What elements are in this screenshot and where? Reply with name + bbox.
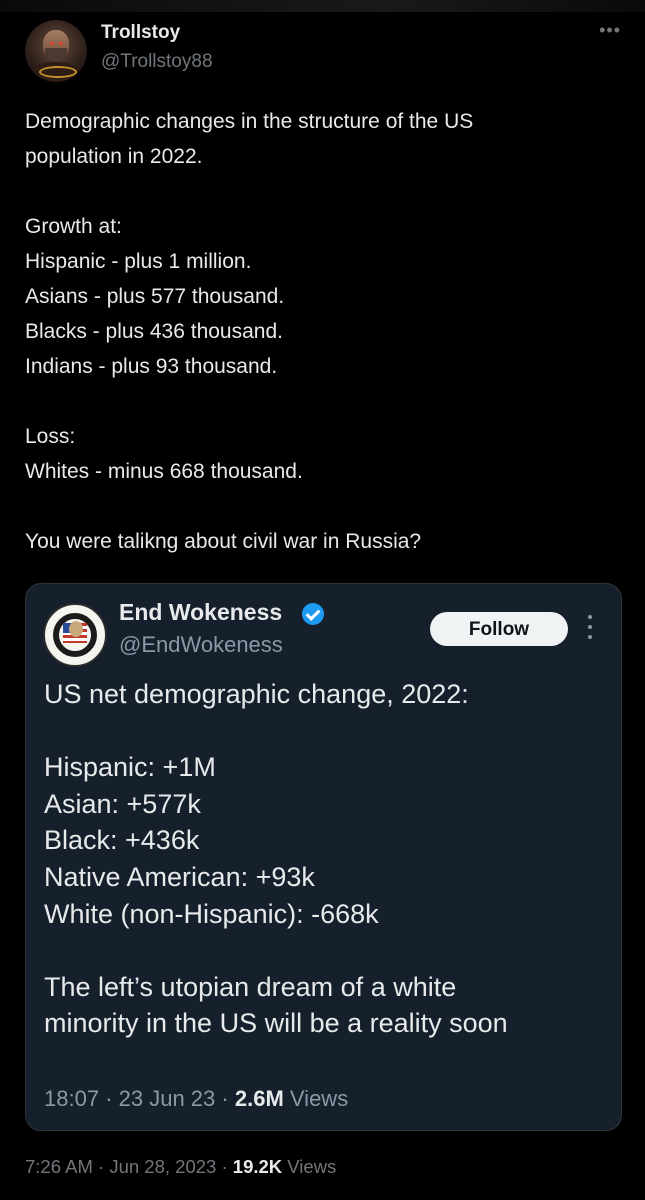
separator: · bbox=[98, 1156, 105, 1177]
top-edge bbox=[0, 0, 645, 12]
quoted-author-handle[interactable]: @EndWokeness bbox=[119, 632, 283, 658]
verified-badge-icon bbox=[302, 603, 324, 625]
quoted-author-name[interactable]: End Wokeness bbox=[119, 599, 282, 626]
author-avatar[interactable] bbox=[25, 20, 87, 82]
author-name[interactable]: Trollstoy bbox=[101, 22, 180, 44]
quoted-tweet-meta: 18:07 · 23 Jun 23 · 2.6M Views bbox=[44, 1086, 348, 1112]
quoted-date[interactable]: 23 Jun 23 bbox=[119, 1086, 216, 1111]
quoted-views-count: 2.6M bbox=[234, 1086, 284, 1111]
tweet-views-label: Views bbox=[287, 1156, 337, 1177]
separator: · bbox=[105, 1086, 113, 1111]
tweet-meta: 7:26 AM · Jun 28, 2023 · 19.2K Views bbox=[25, 1156, 336, 1178]
quoted-time[interactable]: 18:07 bbox=[44, 1086, 99, 1111]
tweet-text: Demographic changes in the structure of … bbox=[25, 110, 474, 553]
author-handle[interactable]: @Trollstoy88 bbox=[101, 51, 213, 73]
quoted-tweet[interactable]: End Wokeness @EndWokeness Follow US net … bbox=[25, 583, 622, 1131]
tweet-header: Trollstoy @Trollstoy88 ••• bbox=[25, 20, 625, 100]
tweet-views-count: 19.2K bbox=[232, 1156, 283, 1177]
quoted-tweet-text: US net demographic change, 2022: Hispani… bbox=[44, 679, 508, 1039]
more-horizontal-icon[interactable]: ••• bbox=[599, 20, 621, 41]
tweet-time[interactable]: 7:26 AM bbox=[25, 1156, 93, 1177]
separator: · bbox=[221, 1156, 228, 1177]
more-vertical-icon[interactable] bbox=[588, 615, 592, 643]
quoted-views-label: Views bbox=[289, 1086, 349, 1111]
follow-button[interactable]: Follow bbox=[430, 612, 568, 646]
separator: · bbox=[221, 1086, 229, 1111]
tweet-date[interactable]: Jun 28, 2023 bbox=[109, 1156, 216, 1177]
quoted-author-avatar[interactable] bbox=[43, 603, 107, 667]
